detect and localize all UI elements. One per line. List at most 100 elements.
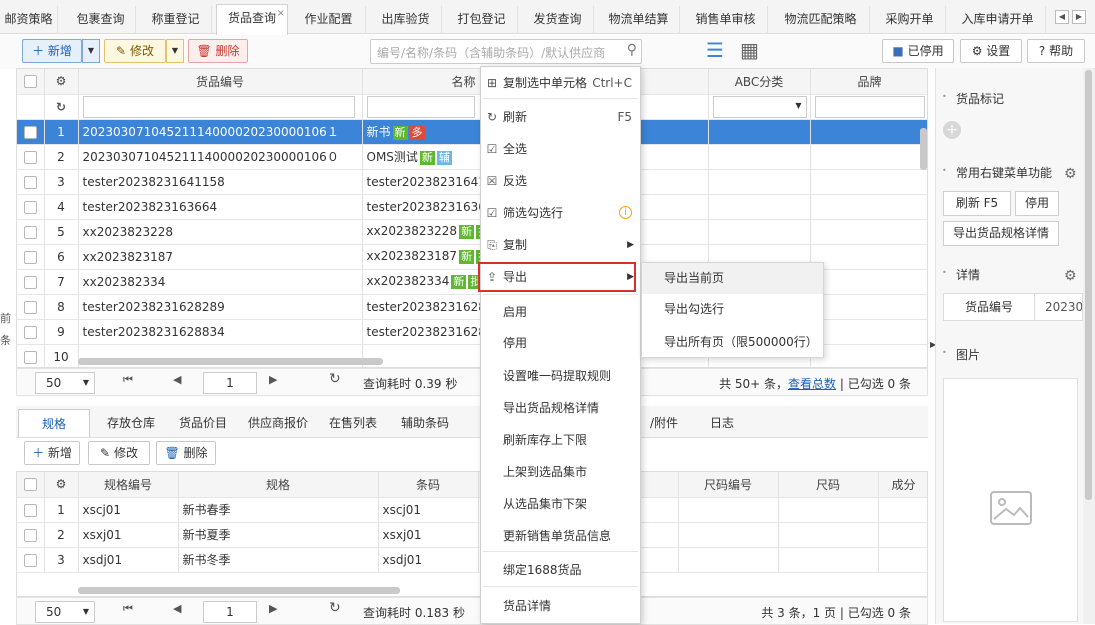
tab-job-config[interactable]: 作业配置 [292, 6, 366, 34]
reload-icon[interactable]: ↻ [329, 600, 341, 616]
context-menu-item[interactable]: 货品详情 [481, 591, 640, 621]
row-checkbox[interactable] [23, 175, 37, 189]
row-checkbox-cell[interactable] [17, 244, 45, 270]
row-checkbox-cell[interactable] [17, 319, 45, 345]
subtab-spec[interactable]: 规格 [18, 409, 90, 437]
add-button[interactable]: ＋ 新增 [22, 39, 82, 63]
subtab-aux-barcode[interactable]: 辅助条码 [390, 409, 460, 437]
row-checkbox[interactable] [23, 200, 37, 214]
col-header-size[interactable]: 尺码 [778, 472, 879, 498]
prev-page-icon[interactable]: ◀ [173, 373, 181, 386]
quick-disable-button[interactable]: 停用 [1015, 191, 1059, 216]
next-page-icon[interactable]: ▶ [269, 602, 277, 615]
row-checkbox[interactable] [23, 325, 37, 339]
spec-delete-button[interactable]: 🗑 删除 [156, 441, 216, 465]
context-menu-item[interactable]: 绑定1688货品 [481, 555, 640, 585]
row-checkbox-cell[interactable] [17, 344, 45, 367]
row-checkbox[interactable] [23, 553, 37, 567]
tab-purchase-order[interactable]: 采购开单 [874, 6, 946, 34]
spec-edit-button[interactable]: ✎ 修改 [88, 441, 150, 465]
col-header-name[interactable]: 名称 [362, 69, 481, 95]
gear-icon[interactable]: ⚙ [1064, 166, 1077, 182]
row-checkbox[interactable] [23, 125, 37, 139]
submenu-item[interactable]: 导出当前页 [642, 263, 823, 294]
close-icon[interactable]: × [277, 1, 285, 27]
row-checkbox[interactable] [23, 225, 37, 239]
row-checkbox[interactable] [23, 150, 37, 164]
row-checkbox-cell[interactable] [17, 522, 45, 548]
submenu-item[interactable]: 导出所有页（限500000行） [642, 327, 823, 358]
context-menu-item[interactable]: 从选品集市下架 [481, 489, 640, 519]
disabled-filter-button[interactable]: ■ 已停用 [882, 39, 954, 63]
tab-scroll-right-icon[interactable]: ▶ [1072, 10, 1086, 24]
context-menu-item[interactable]: ⊞ 复制选中单元格 Ctrl+C [481, 68, 640, 98]
spec-horizontal-scrollbar[interactable] [78, 587, 400, 594]
row-checkbox-cell[interactable] [17, 547, 45, 573]
context-menu-item[interactable]: ⎘ 复制 ▶ [481, 230, 640, 260]
context-menu-item[interactable]: 设置唯一码提取规则 [481, 361, 640, 391]
row-checkbox-cell[interactable] [17, 497, 45, 523]
row-checkbox-cell[interactable] [17, 119, 45, 145]
row-checkbox-cell[interactable] [17, 269, 45, 295]
spec-grid-settings-icon[interactable]: ⚙ [44, 472, 79, 498]
subtab-log[interactable]: 日志 [700, 409, 744, 437]
col-header-abc[interactable]: ABC分类 [708, 69, 811, 95]
grid-view-icon[interactable]: ▦ [740, 40, 759, 60]
spec-row[interactable]: 1 xscj01 新书春季 xscj01 [17, 497, 927, 523]
tab-sales-audit[interactable]: 销售单审核 [684, 6, 768, 34]
context-menu-item[interactable]: 更新销售单货品信息 [481, 521, 640, 551]
row-checkbox-cell[interactable] [17, 144, 45, 170]
tab-package-query[interactable]: 包裹查询 [66, 6, 136, 34]
edit-dropdown-icon[interactable]: ▼ [166, 39, 184, 63]
tab-logistics-settle[interactable]: 物流单结算 [598, 6, 680, 34]
subtab-supplier-quote[interactable]: 供应商报价 [240, 409, 316, 437]
spec-add-button[interactable]: ＋ 新增 [24, 441, 80, 465]
first-page-icon[interactable]: ⏮ [123, 602, 133, 616]
row-checkbox[interactable] [23, 350, 37, 364]
filter-code-input[interactable] [78, 94, 363, 120]
context-menu-item[interactable]: 启用 [481, 297, 640, 327]
page-size-select[interactable]: 50 ▼ [35, 372, 95, 394]
subtab-on-sale[interactable]: 在售列表 [318, 409, 388, 437]
row-checkbox[interactable] [23, 275, 37, 289]
prev-page-icon[interactable]: ◀ [173, 602, 181, 615]
row-checkbox-cell[interactable] [17, 169, 45, 195]
tab-postage-strategy[interactable]: 邮资策略 [0, 6, 58, 34]
table-row[interactable]: 1 20230307104521114000020230000106１ 新书新多 [17, 119, 927, 145]
context-menu-item[interactable]: 停用 [481, 328, 640, 358]
tab-goods-query[interactable]: 货品查询 × [216, 4, 288, 35]
col-header-barcode[interactable]: 条码 [378, 472, 479, 498]
subtab-warehouse[interactable]: 存放仓库 [96, 409, 166, 437]
tab-outbound-inspect[interactable]: 出库验货 [370, 6, 442, 34]
edit-button[interactable]: ✎ 修改 [104, 39, 166, 63]
first-page-icon[interactable]: ⏮ [123, 373, 133, 387]
page-number-input[interactable]: 1 [203, 372, 257, 394]
row-checkbox-cell[interactable] [17, 194, 45, 220]
submenu-item[interactable]: 导出勾选行 [642, 294, 823, 325]
spec-row[interactable]: 2 xsxj01 新书夏季 xsxj01 [17, 522, 927, 548]
tab-ship-query[interactable]: 发货查询 [522, 6, 594, 34]
context-menu-item[interactable]: 导出货品规格详情 [481, 393, 640, 423]
select-all-header[interactable] [17, 69, 45, 95]
row-checkbox[interactable] [23, 503, 37, 517]
col-header-cost[interactable]: 成分 [878, 472, 927, 498]
grid-settings-icon[interactable]: ⚙ [44, 69, 79, 95]
col-header-spec[interactable]: 规格 [178, 472, 379, 498]
view-total-link[interactable]: 查看总数 [788, 377, 836, 391]
row-checkbox-cell[interactable] [17, 219, 45, 245]
delete-button[interactable]: 🗑 删除 [188, 39, 248, 63]
context-menu-item[interactable]: ☑ 筛选勾选行 i [481, 198, 640, 228]
grid-vertical-scrollbar[interactable] [920, 128, 927, 170]
side-vertical-scrollbar[interactable] [1085, 70, 1092, 500]
page-size-select[interactable]: 50 ▼ [35, 601, 95, 623]
search-icon[interactable]: ⚲ [627, 42, 637, 58]
help-button[interactable]: ? 帮助 [1027, 39, 1085, 63]
context-menu-item[interactable]: ☒ 反选 [481, 166, 640, 196]
tab-logistics-match[interactable]: 物流匹配策略 [772, 6, 870, 34]
search-input[interactable]: 编号/名称/条码（含辅助条码）/默认供应商 ⚲ [370, 39, 642, 64]
table-row[interactable]: 5 xx2023823228 xx2023823228新批 [17, 219, 927, 245]
col-header-size-code[interactable]: 尺码编号 [678, 472, 779, 498]
table-row[interactable]: 4 tester2023823163664 tester202382316366 [17, 194, 927, 220]
next-page-icon[interactable]: ▶ [269, 373, 277, 386]
tab-inbound-apply[interactable]: 入库申请开单 [950, 6, 1046, 34]
